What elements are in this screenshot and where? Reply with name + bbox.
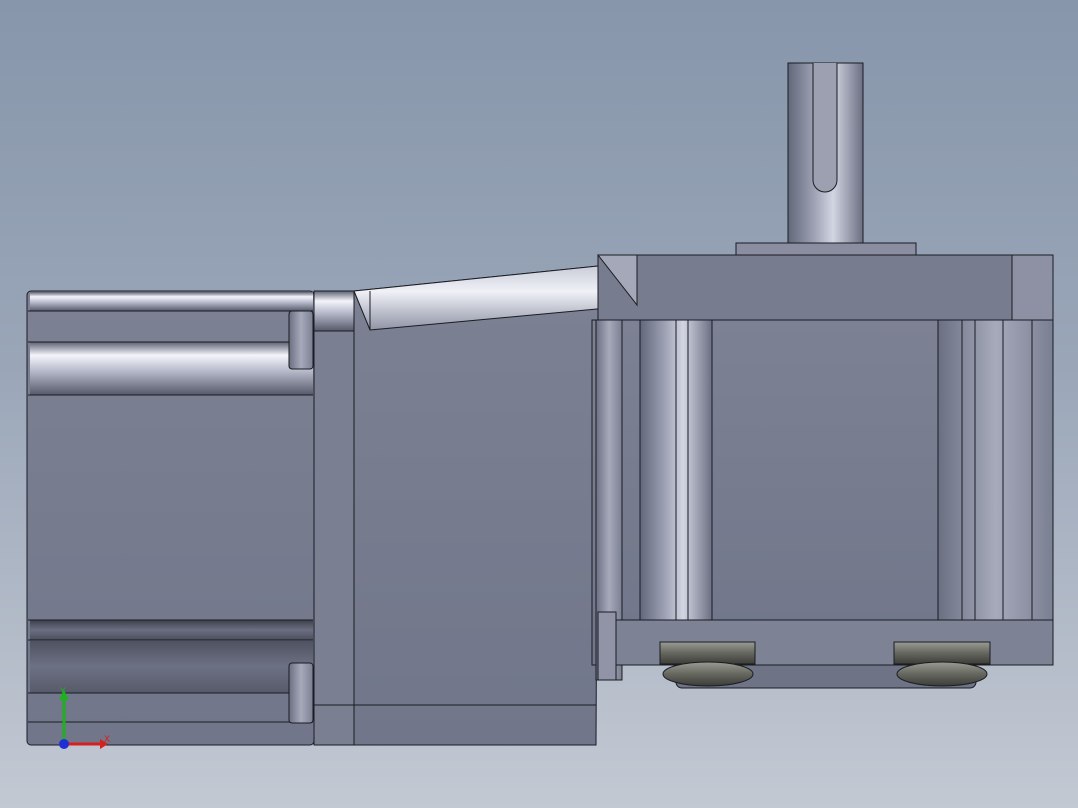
motor-body[interactable]	[26, 290, 315, 746]
z-axis-dot	[59, 739, 69, 749]
adapter-flange[interactable]	[313, 290, 355, 746]
x-axis-label: X	[104, 735, 110, 745]
output-gearbox[interactable]	[591, 254, 1054, 689]
y-axis-label: Y	[59, 687, 66, 697]
gearmotor-model-view[interactable]: Y X	[0, 0, 1078, 808]
cad-graphics-area[interactable]: Y X	[0, 0, 1078, 808]
output-shaft[interactable]	[735, 62, 917, 256]
